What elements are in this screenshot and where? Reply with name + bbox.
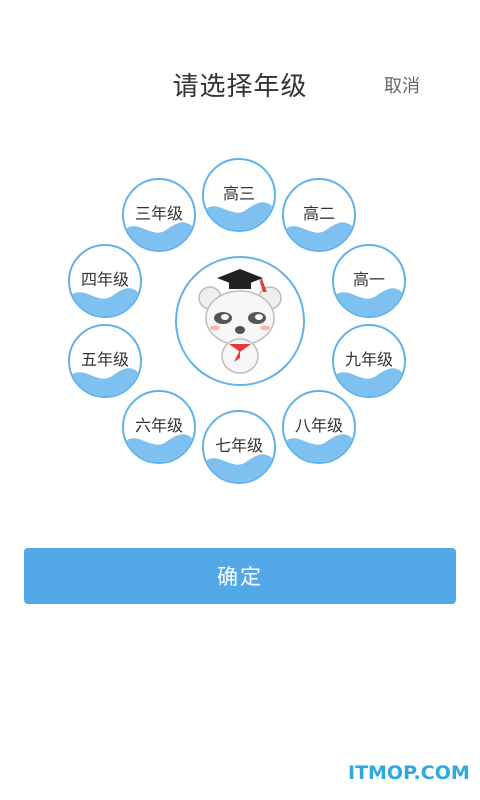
grade-label: 高一: [352, 270, 385, 289]
grade-option-gao1[interactable]: 高一: [332, 244, 406, 318]
grade-option-grade3[interactable]: 三年级: [122, 178, 196, 252]
grade-label: 六年级: [134, 416, 183, 435]
grade-option-grade7[interactable]: 七年级: [202, 410, 276, 484]
grade-label: 七年级: [214, 436, 263, 455]
watermark-logo: ITMOP.COM: [348, 762, 470, 784]
grade-label: 四年级: [80, 270, 129, 289]
mascot-ring: [175, 256, 305, 386]
grade-label: 三年级: [134, 204, 183, 223]
grade-label: 高二: [302, 204, 335, 223]
grade-option-gao2[interactable]: 高二: [282, 178, 356, 252]
grade-option-grade9[interactable]: 九年级: [332, 324, 406, 398]
confirm-button[interactable]: 确定: [24, 548, 456, 604]
grade-option-grade8[interactable]: 八年级: [282, 390, 356, 464]
grade-label: 八年级: [294, 416, 343, 435]
grade-option-grade6[interactable]: 六年级: [122, 390, 196, 464]
grade-option-grade4[interactable]: 四年级: [68, 244, 142, 318]
grade-wheel: 高三 高二 高一 九年级 八年级 七年级 六年级 五年级 四年级 三年级: [0, 0, 480, 520]
grade-option-gao3[interactable]: 高三: [202, 158, 276, 232]
grade-option-grade5[interactable]: 五年级: [68, 324, 142, 398]
grade-label: 九年级: [344, 350, 393, 369]
grade-label: 五年级: [80, 350, 129, 369]
bear-graduation-cap-icon: [198, 269, 282, 374]
grade-label: 高三: [222, 184, 255, 203]
